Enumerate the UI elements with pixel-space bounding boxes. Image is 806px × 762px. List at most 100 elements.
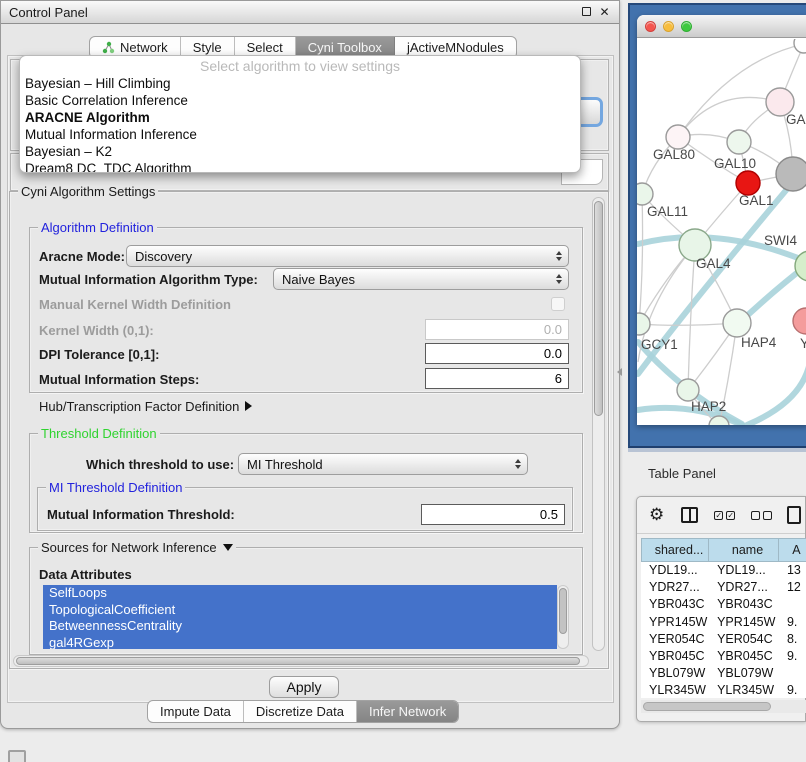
network-node-hap2[interactable]: [677, 379, 699, 401]
tab-infer-network[interactable]: Infer Network: [357, 701, 458, 722]
network-canvas[interactable]: GALGAL80GAL10GAL1GAL11GAL4SWI4GCY1HAP4YH…: [637, 39, 806, 425]
mi-type-combobox[interactable]: Naive Bayes: [273, 268, 569, 290]
node-label-hap2: HAP2: [691, 399, 726, 414]
algorithm-option-list: Bayesian – Hill ClimbingBasic Correlatio…: [20, 75, 580, 173]
aracne-mode-combobox[interactable]: Discovery: [126, 245, 569, 267]
algorithm-dropdown-popup: Select algorithm to view settings Bayesi…: [19, 55, 581, 173]
close-traffic-light-icon[interactable]: [645, 21, 656, 32]
table-cell: YBR043C: [641, 596, 709, 613]
kernel-width-label: Kernel Width (0,1):: [39, 323, 154, 338]
algorithm-option-dream8-dc-tdc-algorithm[interactable]: Dream8 DC_TDC Algorithm: [20, 160, 580, 173]
attribute-item-gal4rgexp[interactable]: gal4RGexp: [43, 635, 557, 650]
tab-impute-data[interactable]: Impute Data: [148, 701, 244, 722]
network-window-titlebar[interactable]: [637, 15, 806, 38]
network-node-y[interactable]: [793, 308, 806, 334]
network-icon: [102, 41, 115, 54]
mi-steps-field[interactable]: 6: [425, 368, 569, 389]
attribute-item-selfloops[interactable]: SelfLoops: [43, 585, 557, 602]
sources-group-title[interactable]: Sources for Network Inference: [38, 540, 236, 555]
network-window: GALGAL80GAL10GAL1GAL11GAL4SWI4GCY1HAP4YH…: [637, 15, 806, 425]
algorithm-option-aracne-algorithm[interactable]: ARACNE Algorithm: [20, 109, 580, 126]
columns-icon[interactable]: [681, 507, 698, 523]
table-toolbar: ⚙ ✓✓: [637, 497, 805, 534]
table-row[interactable]: YER054CYER054C8.: [641, 631, 806, 648]
kernel-width-field[interactable]: 0.0: [425, 319, 569, 340]
table-row[interactable]: YDR27...YDR27...12: [641, 579, 806, 596]
hub-definition-toggle[interactable]: Hub/Transcription Factor Definition: [39, 399, 252, 414]
attribute-item-topologicalcoefficient[interactable]: TopologicalCoefficient: [43, 602, 557, 619]
table-horizontal-scrollbar[interactable]: [641, 700, 806, 713]
which-threshold-combobox[interactable]: MI Threshold: [238, 453, 528, 475]
tab-label: Style: [193, 40, 222, 55]
which-threshold-label: Which threshold to use:: [86, 457, 234, 472]
mi-threshold-group-title: MI Threshold Definition: [46, 480, 185, 495]
algorithm-option-bayesian-k2[interactable]: Bayesian – K2: [20, 143, 580, 160]
algorithm-dropdown-prompt: Select algorithm to view settings: [20, 56, 580, 75]
table-cell: YLR345W: [709, 682, 779, 698]
network-node-gal10[interactable]: [727, 130, 751, 154]
select-all-columns-icon[interactable]: ✓✓: [714, 511, 735, 520]
network-node-gal80[interactable]: [666, 125, 690, 149]
table-cell: YDR27...: [709, 579, 779, 596]
algorithm-option-bayesian-hill-climbing[interactable]: Bayesian – Hill Climbing: [20, 75, 580, 92]
attribute-item-betweennesscentrality[interactable]: BetweennessCentrality: [43, 618, 557, 635]
minimize-traffic-light-icon[interactable]: [663, 21, 674, 32]
node-label-gal11: GAL11: [647, 204, 688, 219]
network-node-gal11[interactable]: [637, 183, 653, 205]
network-edge[interactable]: [688, 245, 695, 390]
deselect-all-columns-icon[interactable]: [751, 511, 772, 520]
network-edge[interactable]: [639, 194, 643, 324]
table-row[interactable]: YPR145WYPR145W9.: [641, 614, 806, 631]
table-cell: 9.: [779, 682, 806, 698]
data-attributes-label: Data Attributes: [39, 567, 132, 582]
minimized-frame-icon[interactable]: [8, 750, 26, 762]
table-row[interactable]: YBL079WYBL079W: [641, 665, 806, 682]
combo-stepper-icon: [556, 274, 562, 284]
network-edge-thick[interactable]: [747, 362, 806, 425]
table-row[interactable]: YLR345WYLR345W9.: [641, 682, 806, 698]
gear-icon[interactable]: ⚙: [649, 505, 664, 525]
table-cell: YER054C: [709, 631, 779, 648]
manual-kernel-label: Manual Kernel Width Definition: [39, 297, 231, 312]
network-node-gal1[interactable]: [736, 171, 760, 195]
list-scrollbar[interactable]: [557, 585, 569, 649]
control-panel-window: Control Panel ✕ NetworkStyleSelectCyni T…: [0, 0, 620, 729]
settings-vertical-scrollbar[interactable]: [592, 197, 605, 651]
column-header-a[interactable]: A: [779, 538, 806, 562]
algorithm-option-mutual-information-inference[interactable]: Mutual Information Inference: [20, 126, 580, 143]
tab-discretize-data[interactable]: Discretize Data: [244, 701, 357, 722]
split-pane-collapse-icon[interactable]: [617, 368, 622, 376]
combo-stepper-icon: [515, 459, 521, 469]
column-header-shared-[interactable]: shared...: [641, 538, 709, 562]
network-node-gcy1[interactable]: [637, 313, 650, 335]
document-icon[interactable]: [787, 506, 801, 524]
screen: Control Panel ✕ NetworkStyleSelectCyni T…: [0, 0, 806, 762]
mi-steps-label: Mutual Information Steps:: [39, 372, 199, 387]
node-label-gal10: GAL10: [714, 156, 756, 171]
control-panel-titlebar: Control Panel ✕: [1, 1, 619, 24]
mi-threshold-field[interactable]: 0.5: [421, 504, 565, 525]
network-node[interactable]: [794, 39, 806, 53]
data-attributes-list: SelfLoopsTopologicalCoefficientBetweenne…: [43, 585, 557, 649]
close-icon[interactable]: ✕: [598, 6, 611, 19]
apply-button[interactable]: Apply: [269, 676, 339, 698]
node-label-gcy1: GCY1: [641, 337, 678, 352]
network-node[interactable]: [776, 157, 806, 191]
table-cell: 12: [779, 579, 806, 596]
network-edge[interactable]: [639, 323, 737, 325]
table-row[interactable]: YBR043CYBR043C: [641, 596, 806, 613]
dpi-tolerance-field[interactable]: 0.0: [425, 343, 569, 364]
table-cell: YPR145W: [709, 614, 779, 631]
table-row[interactable]: YBR045CYBR045C9.: [641, 648, 806, 665]
zoom-traffic-light-icon[interactable]: [681, 21, 692, 32]
settings-horizontal-scrollbar[interactable]: [13, 655, 589, 667]
column-header-name[interactable]: name: [709, 538, 779, 562]
table-cell: 13: [779, 562, 806, 579]
table-row[interactable]: YDL19...YDL19...13: [641, 562, 806, 579]
table-cell: YDL19...: [641, 562, 709, 579]
manual-kernel-checkbox[interactable]: [551, 297, 565, 311]
float-window-icon[interactable]: [580, 6, 593, 19]
algorithm-option-basic-correlation-inference[interactable]: Basic Correlation Inference: [20, 92, 580, 109]
table-cell: YBR043C: [709, 596, 779, 613]
network-node-hap4[interactable]: [723, 309, 751, 337]
